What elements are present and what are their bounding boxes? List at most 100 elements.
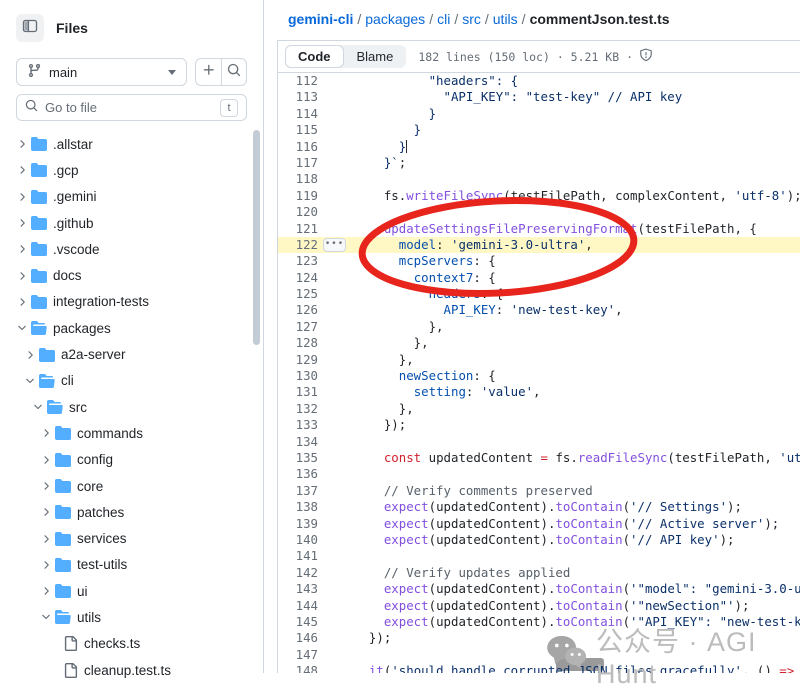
tree-item-services[interactable]: services (0, 525, 263, 551)
tree-item-integration-tests[interactable]: integration-tests (0, 289, 263, 315)
line-number[interactable]: 128 (278, 335, 318, 351)
add-file-button[interactable] (195, 58, 221, 86)
chevron-down-icon[interactable] (22, 375, 37, 387)
tab-code[interactable]: Code (285, 45, 344, 68)
breadcrumb-repo-link[interactable]: gemini-cli (288, 11, 353, 27)
line-number[interactable]: 130 (278, 368, 318, 384)
chevron-right-icon[interactable] (14, 191, 29, 203)
breadcrumb-link-packages[interactable]: packages (365, 11, 425, 27)
line-number[interactable]: 113 (278, 89, 318, 105)
breadcrumb-link-src[interactable]: src (462, 11, 481, 27)
chevron-right-icon[interactable] (38, 533, 53, 545)
breadcrumb-link-cli[interactable]: cli (437, 11, 450, 27)
line-number[interactable]: 145 (278, 614, 318, 630)
line-number[interactable]: 144 (278, 598, 318, 614)
line-number[interactable]: 140 (278, 532, 318, 548)
line-number[interactable]: 137 (278, 483, 318, 499)
line-number[interactable]: 132 (278, 401, 318, 417)
tree-item-.gcp[interactable]: .gcp (0, 157, 263, 183)
line-number[interactable]: 124 (278, 270, 318, 286)
chevron-down-icon[interactable] (14, 322, 29, 334)
line-number[interactable]: 136 (278, 466, 318, 482)
line-number[interactable]: 142 (278, 565, 318, 581)
go-to-file-input[interactable]: Go to file t (16, 94, 247, 121)
line-number[interactable]: 121 (278, 221, 318, 237)
line-number[interactable]: 147 (278, 647, 318, 663)
line-number[interactable]: 135 (278, 450, 318, 466)
chevron-right-icon[interactable] (38, 480, 53, 492)
chevron-right-icon[interactable] (14, 138, 29, 150)
code-line-124: 124 context7: { (278, 270, 800, 286)
chevron-down-icon[interactable] (38, 611, 53, 623)
line-number[interactable]: 119 (278, 188, 318, 204)
tree-item-.allstar[interactable]: .allstar (0, 131, 263, 157)
code-text: }); (354, 630, 391, 646)
breadcrumb-link-utils[interactable]: utils (493, 11, 518, 27)
line-number[interactable]: 134 (278, 434, 318, 450)
chevron-right-icon[interactable] (14, 296, 29, 308)
chevron-right-icon[interactable] (38, 454, 53, 466)
line-number[interactable]: 143 (278, 581, 318, 597)
tree-item-.vscode[interactable]: .vscode (0, 236, 263, 262)
line-number[interactable]: 148 (278, 663, 318, 673)
line-number[interactable]: 112 (278, 73, 318, 89)
line-number[interactable]: 129 (278, 352, 318, 368)
tree-item-.gemini[interactable]: .gemini (0, 184, 263, 210)
folder-icon (55, 504, 71, 520)
chevron-right-icon[interactable] (38, 585, 53, 597)
chevron-right-icon[interactable] (38, 427, 53, 439)
tree-item-checks.ts[interactable]: checks.ts (0, 631, 263, 657)
branch-selector[interactable]: main (16, 58, 187, 86)
tab-blame[interactable]: Blame (344, 45, 407, 68)
code-line-123: 123 mcpServers: { (278, 253, 800, 269)
line-number[interactable]: 138 (278, 499, 318, 515)
code-listing: 112 "headers": {113 "API_KEY": "test-key… (278, 73, 800, 673)
code-text: const updatedContent = fs.readFileSync(t… (354, 450, 800, 466)
code-text: }, (354, 319, 444, 335)
sidebar-scrollbar[interactable] (253, 130, 260, 345)
line-number[interactable]: 125 (278, 286, 318, 302)
line-number[interactable]: 139 (278, 516, 318, 532)
tree-item-a2a-server[interactable]: a2a-server (0, 341, 263, 367)
line-number[interactable]: 123 (278, 253, 318, 269)
chevron-right-icon[interactable] (14, 243, 29, 255)
tree-item-src[interactable]: src (0, 394, 263, 420)
line-number[interactable]: 120 (278, 204, 318, 220)
tree-item-core[interactable]: core (0, 473, 263, 499)
tree-item-.github[interactable]: .github (0, 210, 263, 236)
line-number[interactable]: 116 (278, 139, 318, 155)
code-line-129: 129 }, (278, 352, 800, 368)
line-number[interactable]: 141 (278, 548, 318, 564)
chevron-down-icon[interactable] (30, 401, 45, 413)
line-number[interactable]: 146 (278, 630, 318, 646)
line-number[interactable]: 127 (278, 319, 318, 335)
chevron-right-icon[interactable] (38, 559, 53, 571)
line-number[interactable]: 133 (278, 417, 318, 433)
tree-item-packages[interactable]: packages (0, 315, 263, 341)
tree-item-patches[interactable]: patches (0, 499, 263, 525)
chevron-right-icon[interactable] (14, 164, 29, 176)
line-number[interactable]: 131 (278, 384, 318, 400)
line-number[interactable]: 126 (278, 302, 318, 318)
line-options-button[interactable]: ••• (323, 238, 346, 252)
line-number[interactable]: 118 (278, 171, 318, 187)
tree-item-cleanup.test.ts[interactable]: cleanup.test.ts (0, 657, 263, 683)
tree-item-config[interactable]: config (0, 447, 263, 473)
line-number[interactable]: 115 (278, 122, 318, 138)
line-number[interactable]: 117 (278, 155, 318, 171)
search-code-button[interactable] (221, 58, 247, 86)
line-number[interactable]: 114 (278, 106, 318, 122)
line-number[interactable]: 122 (278, 237, 318, 253)
chevron-right-icon[interactable] (14, 217, 29, 229)
tree-item-utils[interactable]: utils (0, 604, 263, 630)
tree-item-cli[interactable]: cli (0, 368, 263, 394)
chevron-right-icon[interactable] (38, 506, 53, 518)
chevron-right-icon[interactable] (22, 349, 37, 361)
tree-item-test-utils[interactable]: test-utils (0, 552, 263, 578)
shield-icon[interactable] (639, 48, 653, 65)
tree-item-commands[interactable]: commands (0, 420, 263, 446)
tree-item-ui[interactable]: ui (0, 578, 263, 604)
collapse-sidebar-button[interactable] (16, 14, 44, 42)
tree-item-docs[interactable]: docs (0, 262, 263, 288)
chevron-right-icon[interactable] (14, 270, 29, 282)
